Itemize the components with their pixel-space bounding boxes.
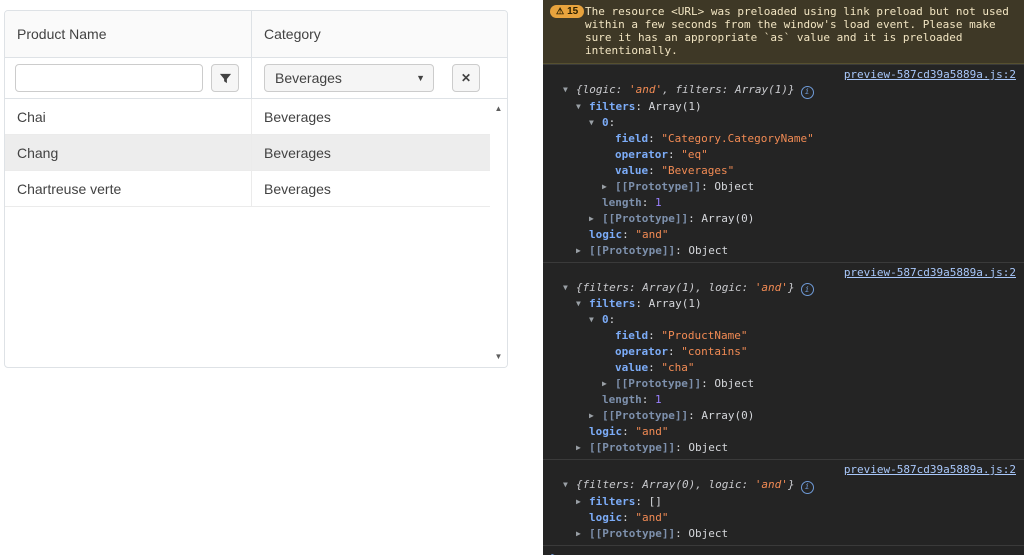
info-icon: i <box>801 481 814 494</box>
warning-text: The resource <URL> was preloaded using l… <box>585 5 1009 57</box>
console-tree-row[interactable]: ▼{filters: Array(1), logic: 'and'}i <box>543 280 1024 297</box>
console-tree-row[interactable]: ▶[[Prototype]]: Object <box>543 440 1024 456</box>
page: Product Name Category Beverages ▼ <box>0 0 1024 555</box>
product-grid: Product Name Category Beverages ▼ <box>4 10 508 368</box>
expanded-arrow-icon[interactable]: ▼ <box>563 280 576 296</box>
grid-scrollbar[interactable]: ▲ ▼ <box>490 99 507 367</box>
product-cell: Chang <box>5 135 252 170</box>
console-tree-row: operator: "contains" <box>543 344 1024 360</box>
grid-content: ChaiBeveragesChangBeveragesChartreuse ve… <box>5 99 507 367</box>
console-tree-row: logic: "and" <box>543 510 1024 526</box>
console-tree-row[interactable]: ▶[[Prototype]]: Array(0) <box>543 211 1024 227</box>
console-log-entry: preview-587cd39a5889a.js:2▼{logic: 'and'… <box>543 64 1024 262</box>
console-tree-row: field: "Category.CategoryName" <box>543 131 1024 147</box>
dropdown-selected-value: Beverages <box>275 70 342 86</box>
collapsed-arrow-icon[interactable]: ▶ <box>589 408 602 424</box>
console-tree-row[interactable]: ▶[[Prototype]]: Object <box>543 526 1024 542</box>
console-warning: ⚠ 15 The resource <URL> was preloaded us… <box>543 0 1024 64</box>
scroll-down-icon[interactable]: ▼ <box>495 353 503 361</box>
column-header-label: Category <box>264 26 321 42</box>
source-location: preview-587cd39a5889a.js:2 <box>543 67 1024 82</box>
category-filter-dropdown[interactable]: Beverages ▼ <box>264 64 434 92</box>
collapsed-arrow-icon[interactable]: ▶ <box>576 243 589 259</box>
collapsed-arrow-icon[interactable]: ▶ <box>589 211 602 227</box>
console-tree-row: logic: "and" <box>543 424 1024 440</box>
expanded-arrow-icon[interactable]: ▼ <box>576 99 589 115</box>
product-filter-input[interactable] <box>15 64 203 92</box>
source-location: preview-587cd39a5889a.js:2 <box>543 462 1024 477</box>
grid-filter-row: Beverages ▼ ✕ <box>5 58 507 99</box>
console-tree-row[interactable]: ▶filters: [] <box>543 494 1024 510</box>
console-tree-row[interactable]: ▶[[Prototype]]: Object <box>543 243 1024 259</box>
console-tree-row[interactable]: ▼0: <box>543 312 1024 328</box>
source-location: preview-587cd39a5889a.js:2 <box>543 265 1024 280</box>
collapsed-arrow-icon[interactable]: ▶ <box>576 494 589 510</box>
expanded-arrow-icon[interactable]: ▼ <box>563 82 576 98</box>
chevron-down-icon: ▼ <box>416 73 425 83</box>
product-filter-cell <box>5 58 252 98</box>
console-tree-row: field: "ProductName" <box>543 328 1024 344</box>
category-cell: Beverages <box>252 99 490 134</box>
console-tree-row[interactable]: ▶[[Prototype]]: Object <box>543 376 1024 392</box>
console-tree-row[interactable]: ▼{logic: 'and', filters: Array(1)}i <box>543 82 1024 99</box>
collapsed-arrow-icon[interactable]: ▶ <box>576 440 589 456</box>
category-cell: Beverages <box>252 135 490 170</box>
product-cell: Chartreuse verte <box>5 171 252 206</box>
source-link[interactable]: preview-587cd39a5889a.js:2 <box>844 463 1016 476</box>
warning-icon: ⚠ <box>556 5 564 18</box>
collapsed-arrow-icon[interactable]: ▶ <box>602 179 615 195</box>
console-tree-row[interactable]: ▼filters: Array(1) <box>543 296 1024 312</box>
product-filter-button[interactable] <box>211 64 239 92</box>
table-row[interactable]: Chartreuse verteBeverages <box>5 171 490 207</box>
console-tree-row[interactable]: ▼filters: Array(1) <box>543 99 1024 115</box>
collapsed-arrow-icon[interactable]: ▶ <box>602 376 615 392</box>
warning-count-badge: ⚠ 15 <box>550 5 584 18</box>
info-icon: i <box>801 86 814 99</box>
category-cell: Beverages <box>252 171 490 206</box>
scroll-up-icon[interactable]: ▲ <box>495 105 503 113</box>
console-tree-row: value: "cha" <box>543 360 1024 376</box>
console-prompt[interactable]: > <box>543 545 1024 555</box>
prompt-chevron: > <box>551 550 558 555</box>
expanded-arrow-icon[interactable]: ▼ <box>589 312 602 328</box>
console-tree-row[interactable]: ▼{filters: Array(0), logic: 'and'}i <box>543 477 1024 494</box>
source-link[interactable]: preview-587cd39a5889a.js:2 <box>844 68 1016 81</box>
expanded-arrow-icon[interactable]: ▼ <box>576 296 589 312</box>
category-filter-clear-button[interactable]: ✕ <box>452 64 480 92</box>
column-header-label: Product Name <box>17 26 106 42</box>
collapsed-arrow-icon[interactable]: ▶ <box>576 526 589 542</box>
console-tree-row: operator: "eq" <box>543 147 1024 163</box>
product-cell: Chai <box>5 99 252 134</box>
devtools-console: ⚠ 15 The resource <URL> was preloaded us… <box>543 0 1024 555</box>
console-tree-row: logic: "and" <box>543 227 1024 243</box>
console-tree-row[interactable]: ▶[[Prototype]]: Array(0) <box>543 408 1024 424</box>
column-header-category[interactable]: Category <box>252 11 507 57</box>
source-link[interactable]: preview-587cd39a5889a.js:2 <box>844 266 1016 279</box>
console-log-entry: preview-587cd39a5889a.js:2▼{filters: Arr… <box>543 459 1024 545</box>
console-tree-row: length: 1 <box>543 392 1024 408</box>
funnel-icon <box>219 72 232 85</box>
console-log-entry: preview-587cd39a5889a.js:2▼{filters: Arr… <box>543 262 1024 460</box>
info-icon: i <box>801 283 814 296</box>
warning-count: 15 <box>567 5 578 18</box>
console-tree-row[interactable]: ▶[[Prototype]]: Object <box>543 179 1024 195</box>
console-tree-row[interactable]: ▼0: <box>543 115 1024 131</box>
expanded-arrow-icon[interactable]: ▼ <box>589 115 602 131</box>
category-filter-cell: Beverages ▼ ✕ <box>252 58 507 98</box>
expanded-arrow-icon[interactable]: ▼ <box>563 477 576 493</box>
grid-header-row: Product Name Category <box>5 11 507 58</box>
console-tree-row: value: "Beverages" <box>543 163 1024 179</box>
close-icon: ✕ <box>461 71 471 85</box>
table-row[interactable]: ChaiBeverages <box>5 99 490 135</box>
column-header-product-name[interactable]: Product Name <box>5 11 252 57</box>
table-row[interactable]: ChangBeverages <box>5 135 490 171</box>
console-tree-row: length: 1 <box>543 195 1024 211</box>
